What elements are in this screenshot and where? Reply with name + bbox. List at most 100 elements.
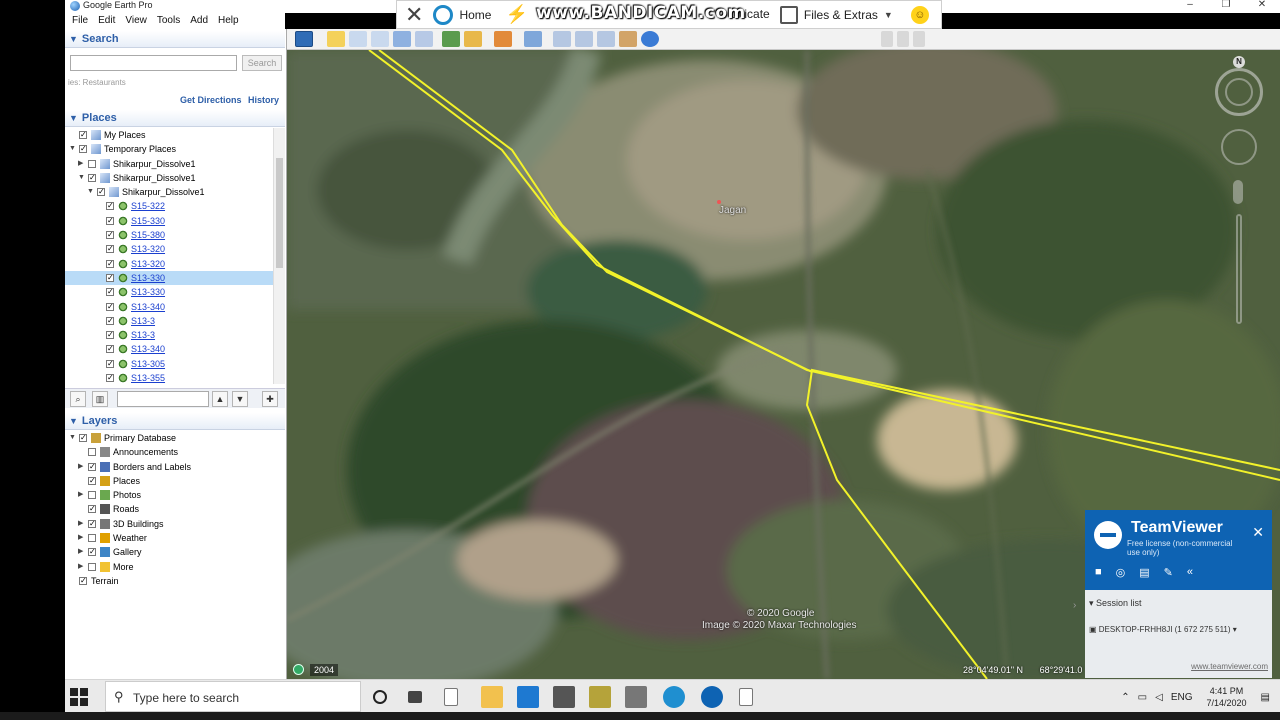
- checkbox[interactable]: ✓: [88, 476, 96, 485]
- places-item[interactable]: ✓ S13-355: [65, 371, 273, 384]
- checkbox[interactable]: ✓: [79, 145, 87, 154]
- calculator-icon[interactable]: [625, 686, 647, 708]
- planets-icon[interactable]: [494, 31, 512, 47]
- add-content-icon[interactable]: ✚: [262, 391, 278, 407]
- street-view-pegman-icon[interactable]: [1233, 180, 1243, 204]
- places-item[interactable]: ▼ ✓ Shikarpur_Dissolve1: [65, 171, 273, 185]
- places-item-label[interactable]: S13-305: [131, 357, 165, 371]
- checkbox[interactable]: ✓: [88, 505, 96, 514]
- checkbox[interactable]: ✓: [88, 519, 96, 528]
- places-item[interactable]: ✓ S13-330: [65, 285, 273, 299]
- layers-panel-header[interactable]: ▼ Layers: [65, 413, 285, 430]
- places-item-label[interactable]: S13-320: [131, 242, 165, 256]
- overlay-icon[interactable]: [393, 31, 411, 47]
- taskbar-search-box[interactable]: ⚲ Type here to search: [105, 681, 361, 712]
- path-icon[interactable]: [371, 31, 389, 47]
- places-item[interactable]: ✓ My Places: [65, 128, 273, 142]
- search-input[interactable]: [70, 55, 237, 71]
- checkbox[interactable]: ✓: [106, 231, 114, 240]
- close-icon[interactable]: ✕: [1252, 524, 1264, 541]
- places-item[interactable]: ✓ S13-330: [65, 270, 273, 286]
- places-item-label[interactable]: S15-380: [131, 228, 165, 242]
- checkbox[interactable]: ✓: [106, 273, 114, 282]
- map-view-icon[interactable]: [619, 31, 637, 47]
- layers-item[interactable]: ▶ Weather: [65, 531, 285, 545]
- checkbox[interactable]: ✓: [106, 345, 114, 354]
- camera-icon[interactable]: ■: [1095, 566, 1102, 579]
- close-window-button[interactable]: ✕: [1244, 0, 1280, 13]
- feedback-smiley-icon[interactable]: ☺: [910, 5, 929, 24]
- tray-chevron-icon[interactable]: ⌃: [1121, 692, 1129, 703]
- search-panel-header[interactable]: ▼ Search: [65, 31, 285, 48]
- expander-icon[interactable]: ▶: [78, 157, 83, 171]
- actions-button[interactable]: ⚡: [505, 4, 533, 25]
- zoom-slider[interactable]: [1236, 214, 1242, 324]
- checkbox[interactable]: ✓: [88, 548, 96, 557]
- checkbox[interactable]: ✓: [79, 434, 87, 442]
- search-button[interactable]: Search: [242, 55, 282, 71]
- checkbox[interactable]: [88, 448, 96, 457]
- places-item[interactable]: ✓ S15-380: [65, 228, 273, 242]
- layers-item[interactable]: ▶ ✓ Gallery: [65, 545, 285, 559]
- cortana-icon[interactable]: [373, 690, 387, 704]
- places-item-label[interactable]: S15-330: [131, 214, 165, 228]
- grid-handle-icon[interactable]: [881, 31, 893, 47]
- expander-icon[interactable]: ▼: [69, 142, 76, 156]
- north-indicator[interactable]: N: [1233, 56, 1245, 68]
- layers-item[interactable]: ✓ Roads: [65, 502, 285, 516]
- notification-icon[interactable]: ▤: [1261, 692, 1270, 703]
- checkbox[interactable]: ✓: [106, 245, 114, 254]
- file-explorer-icon[interactable]: [481, 686, 503, 708]
- headset-icon[interactable]: ◎: [1116, 566, 1126, 579]
- expander-icon[interactable]: ▼: [69, 431, 76, 445]
- move-down-icon[interactable]: ▼: [232, 391, 248, 407]
- compass-inner-icon[interactable]: [1225, 78, 1253, 106]
- expander-icon[interactable]: ▶: [78, 460, 83, 474]
- menu-help[interactable]: Help: [218, 13, 239, 29]
- print-icon[interactable]: [575, 31, 593, 47]
- expander-icon[interactable]: ▶: [78, 560, 83, 574]
- layers-item[interactable]: ✓ Places: [65, 474, 285, 488]
- checkbox[interactable]: ✓: [106, 359, 114, 368]
- checkbox[interactable]: [88, 491, 96, 500]
- places-item-label[interactable]: S13-3: [131, 328, 155, 342]
- close-icon[interactable]: ✕: [405, 3, 423, 26]
- places-item-label[interactable]: S13-3: [131, 314, 155, 328]
- expander-icon[interactable]: ▼: [78, 171, 85, 185]
- history-link[interactable]: History: [248, 95, 279, 105]
- menu-tools[interactable]: Tools: [157, 13, 180, 29]
- maximize-button[interactable]: ❐: [1208, 0, 1244, 13]
- checkbox[interactable]: ✓: [106, 302, 114, 311]
- layers-item[interactable]: Announcements: [65, 445, 285, 459]
- wrench-icon[interactable]: ✎: [1164, 566, 1173, 579]
- edge-icon[interactable]: [663, 686, 685, 708]
- checkbox[interactable]: [88, 562, 96, 571]
- places-item[interactable]: ▼ ✓ Shikarpur_Dissolve1: [65, 185, 273, 199]
- layers-item[interactable]: ▶ ✓ 3D Buildings: [65, 517, 285, 531]
- email-icon[interactable]: [553, 31, 571, 47]
- checkbox[interactable]: ✓: [79, 576, 87, 585]
- mail-icon[interactable]: [517, 686, 539, 708]
- document-icon[interactable]: [739, 688, 753, 706]
- sidebar-toggle-icon[interactable]: [295, 31, 313, 47]
- layers-item[interactable]: ▶ ✓ Borders and Labels: [65, 460, 285, 474]
- map-place-label[interactable]: Jagan: [719, 205, 746, 216]
- checkbox[interactable]: ✓: [106, 316, 114, 325]
- tour-icon[interactable]: [415, 31, 433, 47]
- app-icon[interactable]: [589, 686, 611, 708]
- move-up-icon[interactable]: ▲: [212, 391, 228, 407]
- expander-icon[interactable]: ▶: [78, 488, 83, 502]
- ruler-icon[interactable]: [524, 31, 542, 47]
- places-search-icon[interactable]: ⌕: [70, 391, 86, 407]
- checkbox[interactable]: ✓: [106, 259, 114, 268]
- menu-view[interactable]: View: [125, 13, 147, 29]
- task-view-icon[interactable]: [408, 691, 422, 703]
- places-item-label[interactable]: S13-340: [131, 342, 165, 356]
- chat-icon[interactable]: ▤: [1139, 566, 1149, 579]
- menu-file[interactable]: File: [72, 13, 88, 29]
- places-item[interactable]: ▼ ✓ Temporary Places: [65, 142, 273, 156]
- checkbox[interactable]: ✓: [88, 462, 96, 471]
- places-item[interactable]: ▶ Shikarpur_Dissolve1: [65, 157, 273, 171]
- save-image-icon[interactable]: [597, 31, 615, 47]
- places-item-label[interactable]: S15-322: [131, 199, 165, 213]
